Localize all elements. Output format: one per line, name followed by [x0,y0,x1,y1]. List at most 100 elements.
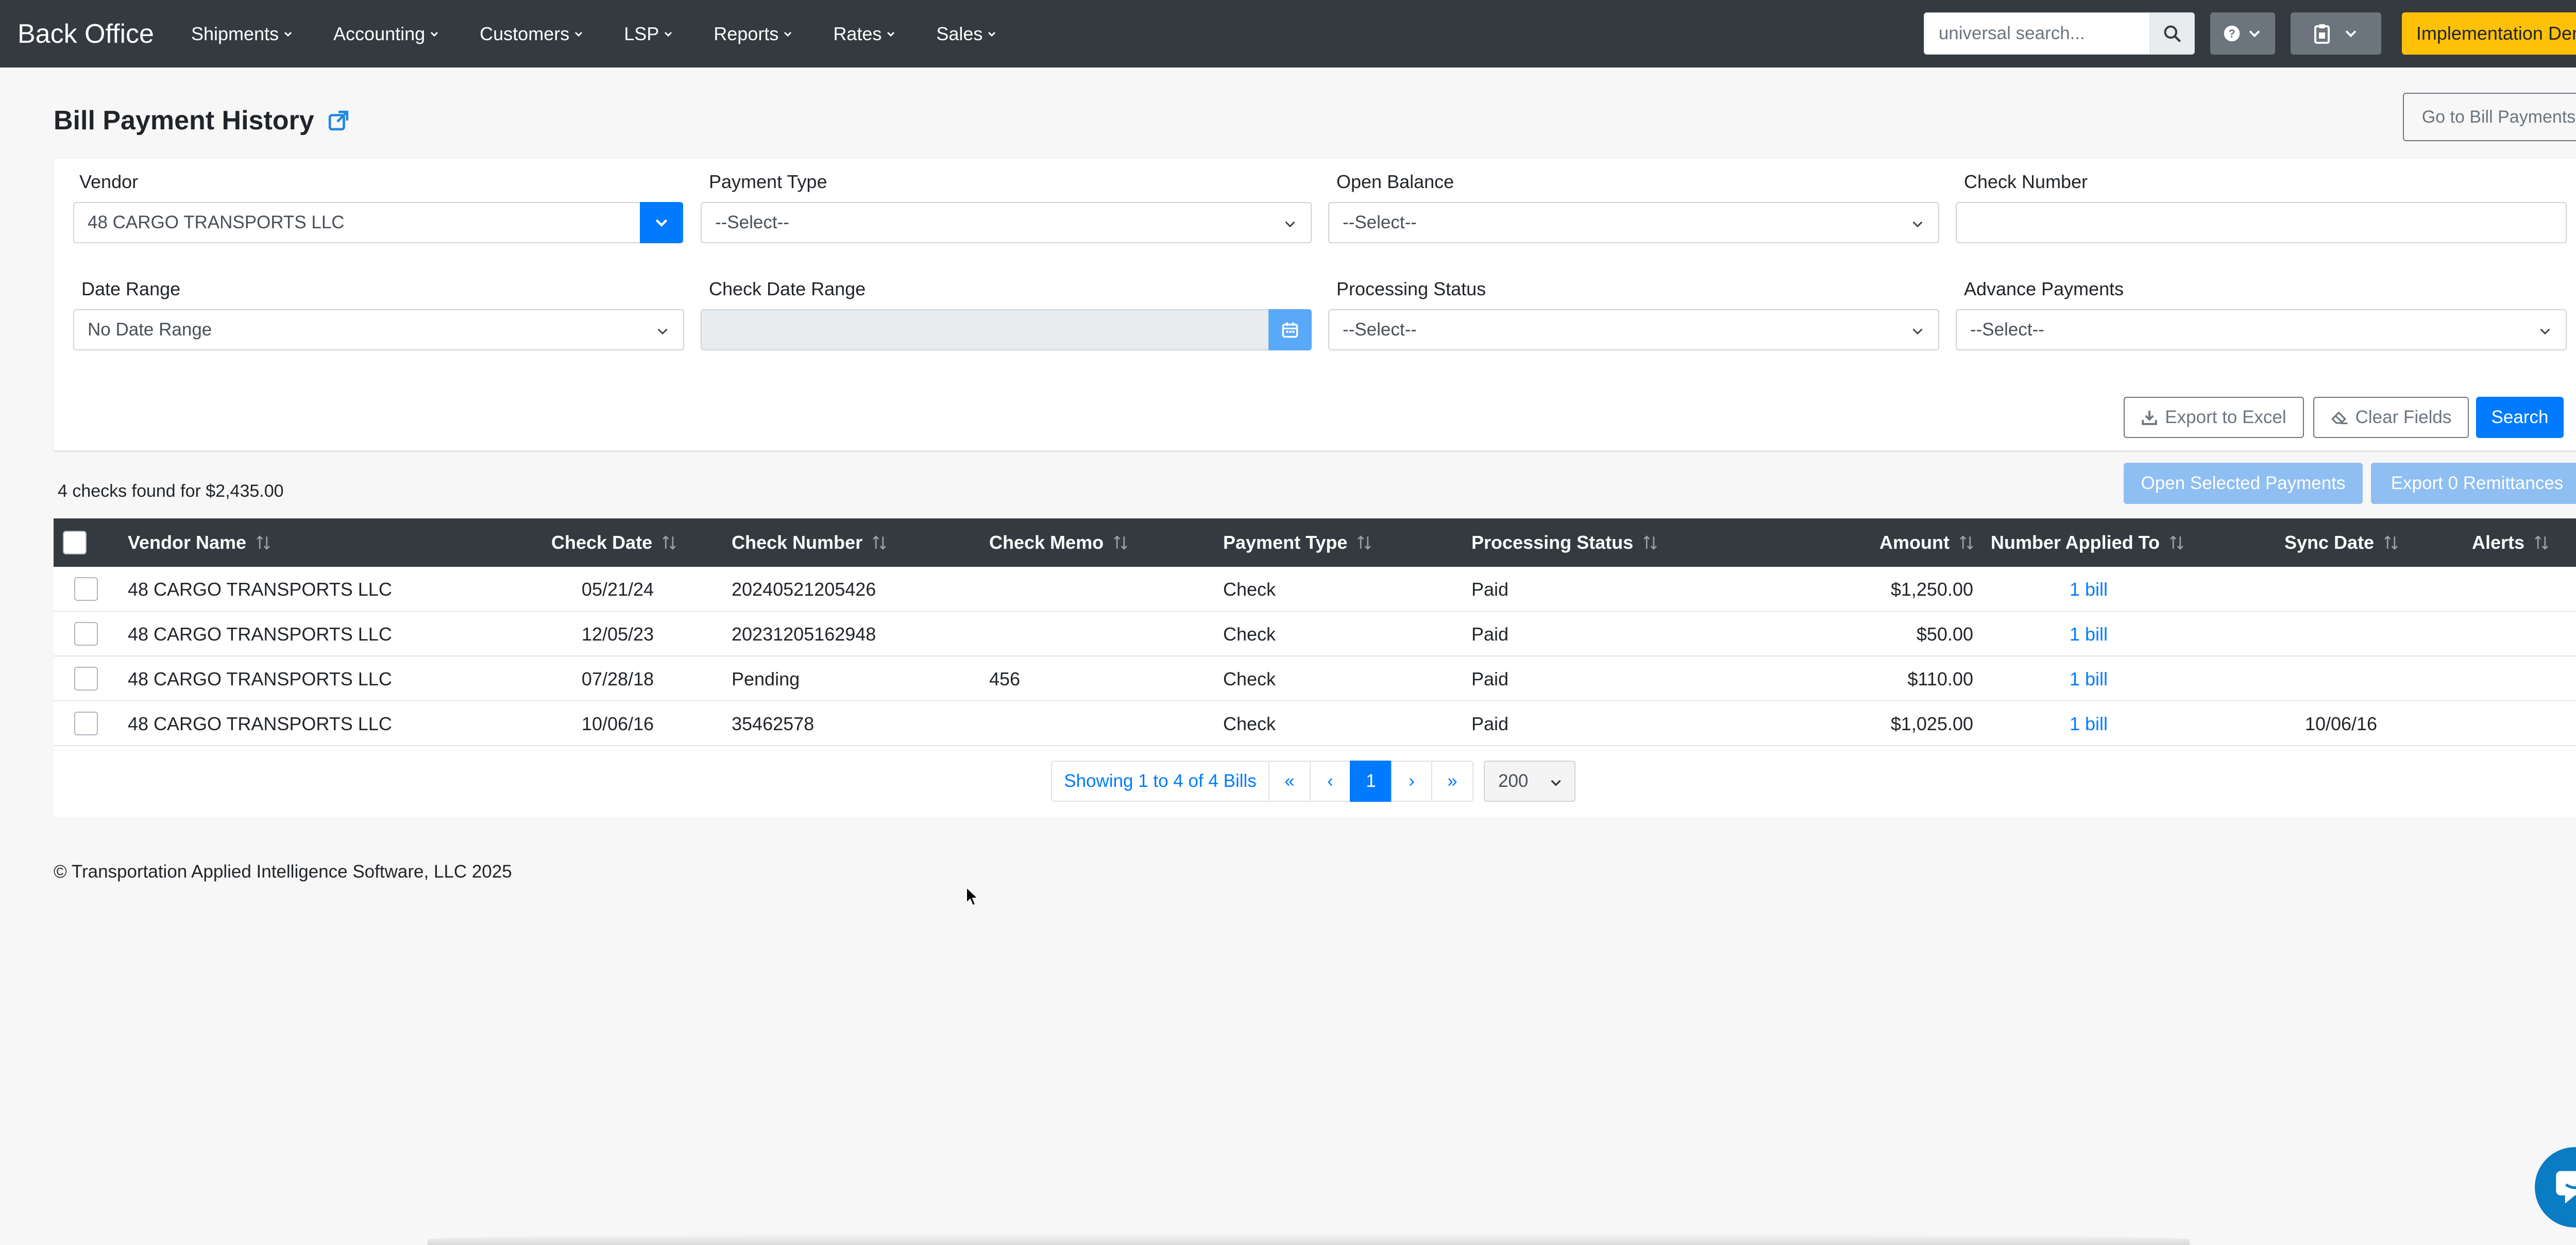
last-page-button[interactable]: » [1431,761,1473,802]
row-checkbox[interactable] [74,712,98,735]
vendor-select[interactable]: 48 CARGO TRANSPORTS LLC [73,202,652,243]
sort-icon [257,535,270,550]
chevron-down-icon [988,31,996,37]
column-number-applied-to[interactable]: Number Applied To [1991,518,2185,567]
table-row[interactable]: 48 CARGO TRANSPORTS LLC 07/28/18 Pending… [54,657,2576,701]
sort-icon [2170,535,2183,550]
pagination-summary: Showing 1 to 4 of 4 Bills [1051,761,1269,802]
export-to-excel-button[interactable]: Export to Excel [2124,397,2304,438]
organization-dropdown[interactable]: Implementation Demo [2401,12,2576,55]
cell-number-applied-to-link[interactable]: 1 bill [2032,657,2145,701]
brand-logo[interactable]: Back Office [18,19,154,49]
column-check-memo[interactable]: Check Memo [989,518,1129,567]
column-label: Check Memo [989,532,1104,553]
column-label: Processing Status [1471,532,1634,553]
next-page-button[interactable]: › [1391,761,1432,802]
menu-sales[interactable]: Sales [936,23,997,45]
payment-type-select[interactable]: --Select-- [701,202,1312,243]
chat-icon [2556,1171,2576,1204]
advance-payments-label: Advance Payments [1964,278,2124,299]
menu-label: Customers [480,23,570,44]
menu-customers[interactable]: Customers [480,23,584,45]
sort-icon [873,535,886,550]
column-label: Amount [1879,532,1950,553]
column-sync-date[interactable]: Sync Date [2284,518,2400,567]
menu-rates[interactable]: Rates [833,23,896,45]
page-size-value: 200 [1498,771,1529,791]
clear-fields-button[interactable]: Clear Fields [2313,397,2469,438]
check-number-input[interactable] [1956,202,2567,243]
column-amount[interactable]: Amount [1805,518,1975,567]
cell-check-date: 12/05/23 [581,623,654,645]
cell-payment-type: Check [1223,713,1276,734]
calendar-button[interactable] [1268,309,1312,350]
column-check-date[interactable]: Check Date [551,518,678,567]
search-button[interactable]: Search [2476,397,2564,438]
go-to-bill-payments-button[interactable]: Go to Bill Payments [2403,93,2576,141]
prev-page-button[interactable]: ‹ [1310,761,1351,802]
clipboard-dropdown[interactable] [2290,12,2381,55]
open-balance-select[interactable]: --Select-- [1328,202,1939,243]
eraser-icon [2331,411,2348,425]
column-check-number[interactable]: Check Number [732,518,888,567]
question-circle-icon: ? [2224,25,2240,42]
external-link-icon[interactable] [328,110,349,131]
download-icon [2142,411,2158,425]
cell-amount: $50.00 [1916,623,1973,645]
cell-number-applied-to-link[interactable]: 1 bill [2032,567,2145,612]
table-row[interactable]: 48 CARGO TRANSPORTS LLC 10/06/16 3546257… [54,701,2576,746]
column-processing-status[interactable]: Processing Status [1471,518,1659,567]
first-page-button[interactable]: « [1268,761,1311,802]
sort-icon [2384,535,2398,550]
processing-status-value: --Select-- [1343,319,1417,340]
cell-check-number: Pending [732,668,800,689]
column-label: Check Date [551,532,653,553]
menu-label: Shipments [191,23,279,44]
calendar-icon [1282,322,1298,338]
column-label: Vendor Name [128,532,247,553]
chat-widget-button[interactable] [2535,1147,2576,1227]
chevron-down-icon [1912,221,1923,228]
sort-icon [1114,535,1127,550]
cell-vendor-name: 48 CARGO TRANSPORTS LLC [128,578,392,600]
advance-payments-select[interactable]: --Select-- [1956,309,2567,350]
cell-processing-status: Paid [1471,578,1509,600]
column-vendor-name[interactable]: Vendor Name [128,518,272,567]
menu-shipments[interactable]: Shipments [191,23,293,45]
column-label: Number Applied To [1991,532,2160,553]
help-dropdown[interactable]: ? [2210,12,2275,55]
chevron-down-icon [655,219,668,227]
processing-status-select[interactable]: --Select-- [1328,309,1939,350]
sort-icon [1643,535,1657,550]
menu-reports[interactable]: Reports [714,23,793,45]
cell-number-applied-to-link[interactable]: 1 bill [2032,701,2145,746]
cell-amount: $1,025.00 [1890,713,1973,734]
column-alerts[interactable]: Alerts [2472,518,2550,567]
menu-accounting[interactable]: Accounting [333,23,439,45]
filter-card: Vendor 48 CARGO TRANSPORTS LLC Payment T… [54,159,2576,450]
table-row[interactable]: 48 CARGO TRANSPORTS LLC 12/05/23 2023120… [54,612,2576,657]
sort-icon [2535,535,2548,550]
page-1-button[interactable]: 1 [1350,761,1392,802]
open-selected-payments-button[interactable]: Open Selected Payments [2124,463,2363,504]
universal-search-input[interactable] [1923,12,2150,55]
cell-check-number: 20240521205426 [732,578,876,600]
column-payment-type[interactable]: Payment Type [1223,518,1373,567]
row-checkbox[interactable] [74,667,98,691]
row-checkbox[interactable] [74,577,98,601]
row-checkbox[interactable] [74,622,98,646]
svg-text:?: ? [2228,27,2235,40]
universal-search-button[interactable] [2150,12,2195,55]
check-date-range-input[interactable] [701,309,1283,350]
menu-lsp[interactable]: LSP [624,23,673,45]
date-range-select[interactable]: No Date Range [73,309,684,350]
select-all-checkbox[interactable] [63,531,87,554]
page-size-select[interactable]: 200 [1484,761,1575,802]
vendor-dropdown-button[interactable] [640,202,683,243]
cell-number-applied-to-link[interactable]: 1 bill [2032,612,2145,657]
menu-label: LSP [624,23,659,44]
footer-copyright: © Transportation Applied Intelligence So… [54,862,512,882]
export-remittances-button[interactable]: Export 0 Remittances [2371,463,2576,504]
table-row[interactable]: 48 CARGO TRANSPORTS LLC 05/21/24 2024052… [54,567,2576,612]
cell-payment-type: Check [1223,578,1276,600]
